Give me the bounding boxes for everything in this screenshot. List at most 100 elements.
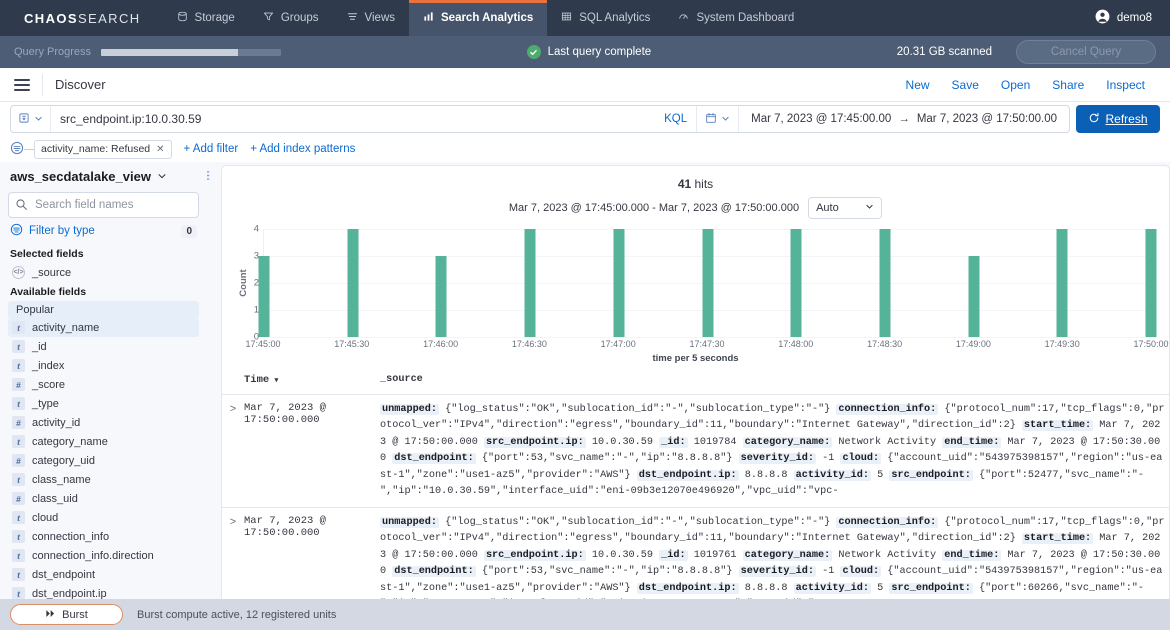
nav-item-sql-analytics[interactable]: SQL Analytics [547, 0, 664, 36]
histogram-chart[interactable]: Count 01234 17:45:00 17:45:30 17:46:00 17:4… [222, 224, 1169, 350]
nav-item-groups[interactable]: Groups [249, 0, 333, 36]
field-search-input[interactable] [8, 192, 199, 218]
expand-row-icon[interactable]: > [222, 402, 244, 415]
header-link-inspect[interactable]: Inspect [1095, 78, 1156, 92]
chart-bar[interactable] [524, 229, 536, 337]
field-item-class-name[interactable]: t class_name [8, 470, 199, 489]
table-row[interactable]: > Mar 7, 2023 @ 17:50:00.000 unmapped: {"l… [222, 395, 1169, 508]
nav-item-search-analytics[interactable]: Search Analytics [409, 0, 548, 36]
filter-by-type-button[interactable]: Filter by type 0 [8, 218, 199, 244]
field-item-source[interactable]: </> _source [8, 263, 199, 282]
query-progress-bar: Query Progress Last query complete 20.31… [0, 36, 1170, 68]
app-logo[interactable]: CHAOS SEARCH [0, 0, 163, 36]
nav-item-system-dashboard[interactable]: System Dashboard [664, 0, 808, 36]
date-quick-select-button[interactable] [696, 106, 740, 132]
close-icon[interactable]: ✕ [156, 144, 164, 155]
refresh-button[interactable]: Refresh [1076, 105, 1160, 133]
string-field-type-icon: t [12, 435, 25, 448]
filter-options-icon[interactable] [10, 141, 24, 158]
string-field-type-icon: t [12, 397, 25, 410]
chart-bar[interactable] [347, 229, 359, 337]
field-item-category-name[interactable]: t category_name [8, 432, 199, 451]
field-item-class-uid[interactable]: # class_uid [8, 489, 199, 508]
nav-item-storage[interactable]: Storage [163, 0, 249, 36]
results-panel: 41 hits Mar 7, 2023 @ 17:45:00.000 - Mar… [221, 165, 1170, 599]
nav-item-views[interactable]: Views [333, 0, 409, 36]
field-item-activity-name[interactable]: t activity_name [8, 318, 199, 337]
chart-bar[interactable] [1056, 229, 1068, 337]
chart-bar[interactable] [879, 229, 891, 337]
source-column-header: _source [380, 374, 423, 385]
source-field-value: 8.8.8.8 [738, 469, 788, 481]
filter-pill-activity-name[interactable]: activity_name: Refused ✕ [34, 139, 172, 159]
source-field-key: category_name: [742, 436, 833, 448]
field-item-category-uid[interactable]: # category_uid [8, 451, 199, 470]
filter-type-count-badge: 0 [181, 224, 197, 238]
bar-chart-icon [423, 11, 434, 25]
source-field-value: 17:50:00.000 [398, 549, 484, 561]
date-range-display[interactable]: Mar 7, 2023 @ 17:45:00.00 → Mar 7, 2023 … [739, 113, 1069, 125]
expand-row-icon[interactable]: > [222, 515, 244, 528]
source-field-key: unmapped: [380, 516, 440, 528]
add-index-patterns-link[interactable]: + Add index patterns [250, 143, 355, 155]
nav-label-sql-analytics: SQL Analytics [579, 12, 651, 24]
cancel-query-button[interactable]: Cancel Query [1016, 40, 1157, 64]
selected-fields-heading: Selected fields [10, 248, 84, 260]
chart-bar[interactable] [702, 229, 713, 337]
header-link-save[interactable]: Save [941, 78, 990, 92]
source-field-key: unmapped: [380, 403, 440, 415]
query-progress-fill [101, 48, 238, 56]
source-field-value: {"log_status":"OK","sublocation_id":"-",… [439, 516, 837, 528]
layers-icon [347, 11, 358, 25]
chart-bar[interactable] [258, 256, 270, 337]
table-row[interactable]: > Mar 7, 2023 @ 17:50:00.000 unmapped: {"l… [222, 508, 1169, 599]
bottom-status-bar: Burst Burst compute active, 12 registere… [0, 599, 1170, 630]
query-language-button[interactable]: KQL [655, 113, 696, 125]
field-item-index[interactable]: t _index [8, 356, 199, 375]
field-item-activity-id[interactable]: # activity_id [8, 413, 199, 432]
search-input[interactable] [51, 106, 656, 132]
interval-select[interactable]: Auto [808, 197, 883, 219]
source-field-value [788, 470, 794, 481]
source-field-value: 17:50:00.000 [398, 436, 484, 448]
header-link-share[interactable]: Share [1041, 78, 1095, 92]
time-column-header[interactable]: Time ▾ [244, 372, 380, 389]
nav-label-views: Views [364, 12, 395, 24]
chart-x-tick: 17:50:00 [1133, 339, 1169, 349]
chart-bar[interactable] [968, 256, 980, 337]
field-item-dst-endpoint-ip[interactable]: t dst_endpoint.ip [8, 584, 199, 599]
collapse-sidebar-icon[interactable] [207, 168, 211, 186]
add-filter-link[interactable]: + Add filter [184, 143, 239, 155]
chart-bar[interactable] [790, 229, 802, 337]
source-field-value: {"port":53,"svc_name":"- [475, 453, 629, 465]
source-field-value: 10.0.30.59 [585, 436, 660, 448]
field-item-connection-info-direction[interactable]: t connection_info.direction [8, 546, 199, 565]
query-status: Last query complete [526, 45, 651, 59]
chart-bar[interactable] [435, 256, 447, 337]
field-item-cloud[interactable]: t cloud [8, 508, 199, 527]
field-item-connection-info[interactable]: t connection_info [8, 527, 199, 546]
user-menu[interactable]: demo8 [1087, 0, 1170, 36]
source-field-value: 5 [871, 469, 890, 481]
source-field-key: src_endpoint: [889, 582, 973, 594]
chart-bar[interactable] [1145, 229, 1157, 337]
saved-query-menu-button[interactable] [11, 106, 51, 132]
burst-button[interactable]: Burst [10, 604, 123, 625]
header-link-new[interactable]: New [895, 78, 941, 92]
nav-label-storage: Storage [194, 12, 235, 24]
header-link-open[interactable]: Open [990, 78, 1041, 92]
chart-x-tick: 17:47:00 [600, 339, 636, 349]
field-item-type[interactable]: t _type [8, 394, 199, 413]
field-item-dst-endpoint[interactable]: t dst_endpoint [8, 565, 199, 584]
field-item-id[interactable]: t _id [8, 337, 199, 356]
chart-bar[interactable] [613, 229, 625, 337]
source-field-value: 5 [871, 582, 890, 594]
row-timestamp: Mar 7, 2023 @ 17:50:00.000 [244, 401, 326, 426]
source-field-key: cloud: [840, 566, 882, 578]
index-pattern-selector[interactable]: aws_secdatalake_view [8, 162, 199, 190]
field-label: activity_name [32, 321, 100, 334]
user-name: demo8 [1116, 12, 1152, 24]
field-item-score[interactable]: # _score [8, 375, 199, 394]
menu-hamburger-icon[interactable] [14, 78, 30, 91]
field-label: _index [32, 359, 65, 372]
